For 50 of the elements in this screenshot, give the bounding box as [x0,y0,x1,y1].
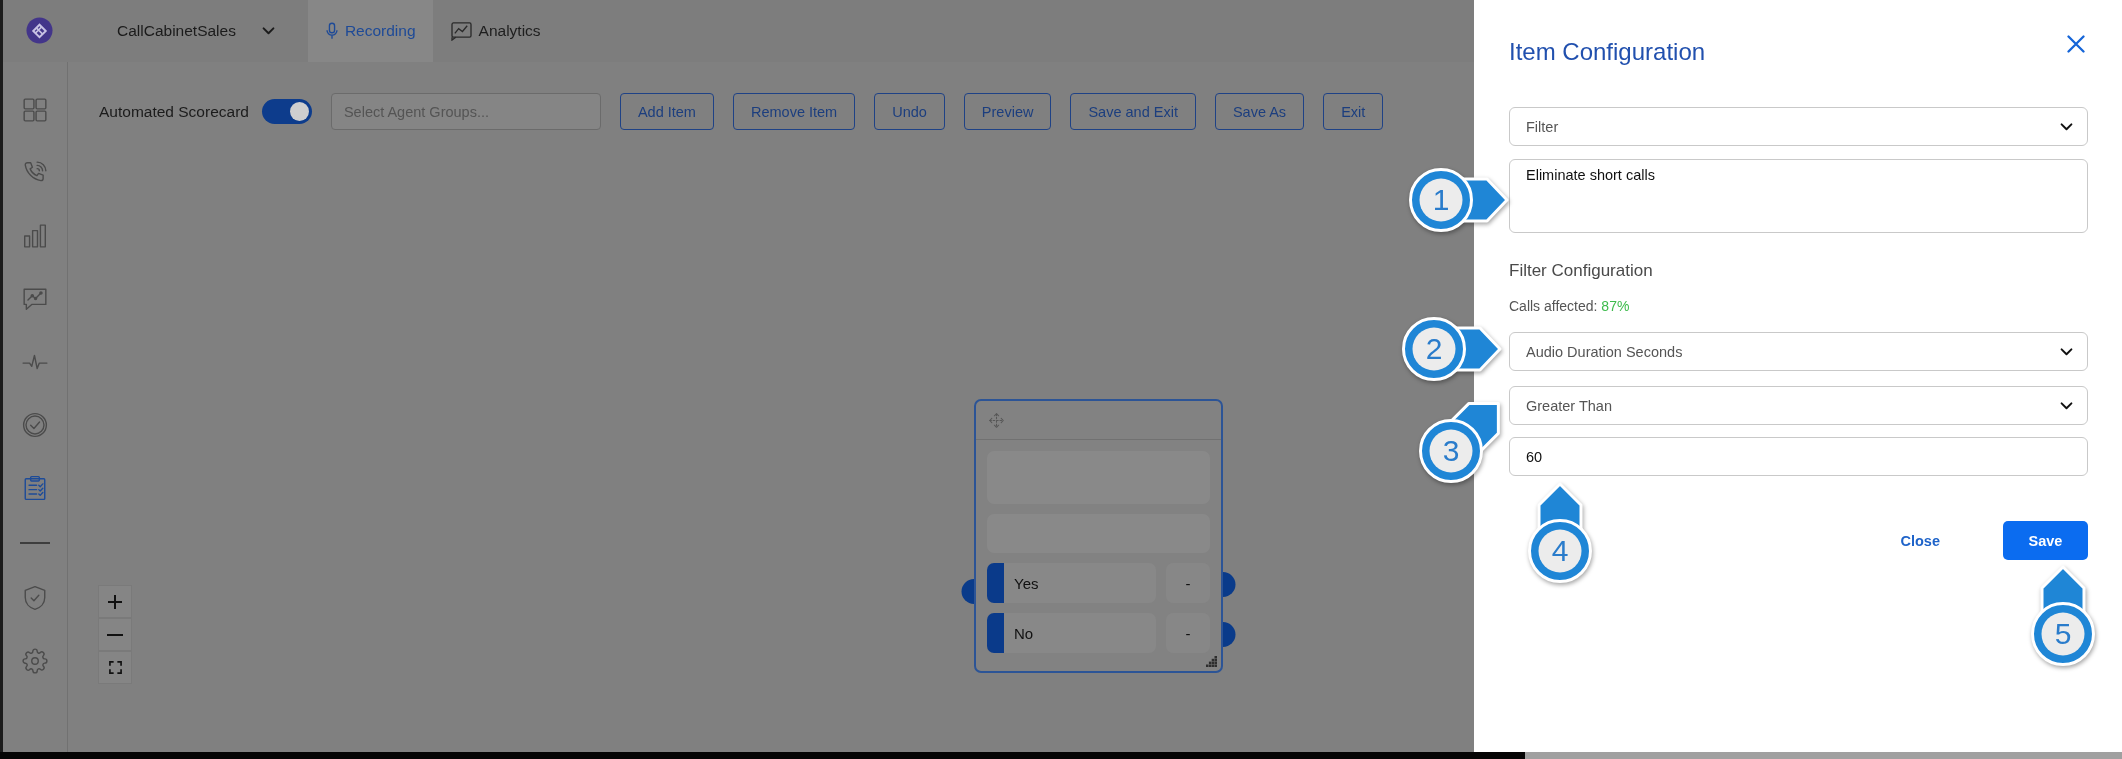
plus-icon [107,593,123,610]
resize-grip-icon[interactable] [1206,656,1217,667]
close-link[interactable]: Close [1900,532,1940,549]
answer-field[interactable]: No [987,613,1156,653]
score-field[interactable]: - [1166,613,1210,653]
description-field[interactable]: Eliminate short calls [1509,159,2088,233]
clipboard-icon[interactable] [22,475,48,501]
toggle-switch[interactable] [261,99,312,124]
move-icon[interactable] [988,411,1005,429]
chat-chart-icon[interactable] [22,286,48,312]
flow-node-card[interactable]: Yes - No - [974,399,1223,673]
bar-chart-icon[interactable] [22,223,48,249]
settings-icon[interactable] [22,648,48,674]
workspace-dropdown[interactable]: CallCabinetSales [117,0,275,62]
chevron-icon [2060,401,2073,410]
answer-field[interactable]: Yes [987,563,1156,603]
check-circle-icon[interactable] [22,412,48,438]
chevron-icon [2060,347,2073,356]
toolbar-button[interactable]: Undo [874,93,945,130]
item-type-select[interactable]: Filter [1509,107,2088,146]
score-field[interactable]: - [1166,563,1210,603]
connector-port[interactable] [961,579,974,604]
fullscreen-icon [108,661,122,674]
toolbar-button[interactable]: Save and Exit [1070,93,1196,130]
toolbar-button[interactable]: Add Item [619,93,714,130]
connector-port[interactable] [1223,571,1236,597]
threshold-field[interactable]: 60 [1509,437,2088,476]
section-title: Filter Configuration [1509,260,1654,282]
fit-view-button[interactable] [98,651,132,684]
minus-icon [107,633,123,636]
zoom-in-button[interactable] [98,585,132,618]
shield-icon[interactable] [22,585,48,611]
brand-logo[interactable] [26,17,53,44]
chevron-icon [261,27,275,35]
chevron-icon [2060,122,2073,131]
connector-port[interactable] [1223,621,1236,647]
operator-select[interactable]: Greater Than [1509,386,2088,425]
calls-affected-text: Calls affected: 87% [1509,297,1631,316]
save-button[interactable]: Save [2003,521,2088,560]
zoom-out-button[interactable] [98,618,132,651]
filter-field-select[interactable]: Audio Duration Seconds [1509,332,2088,371]
toggle-label: Automated Scorecard [99,102,249,121]
toolbar-button[interactable]: Remove Item [732,93,856,130]
panel-title: Item Configuration [1509,38,1706,66]
nav-tab[interactable]: Analytics [432,0,558,62]
toolbar-button[interactable]: Save As [1214,93,1305,130]
microphone-icon [325,22,338,40]
line-chart-icon [450,21,472,41]
grid-icon[interactable] [22,97,48,123]
close-icon[interactable] [2067,35,2085,53]
